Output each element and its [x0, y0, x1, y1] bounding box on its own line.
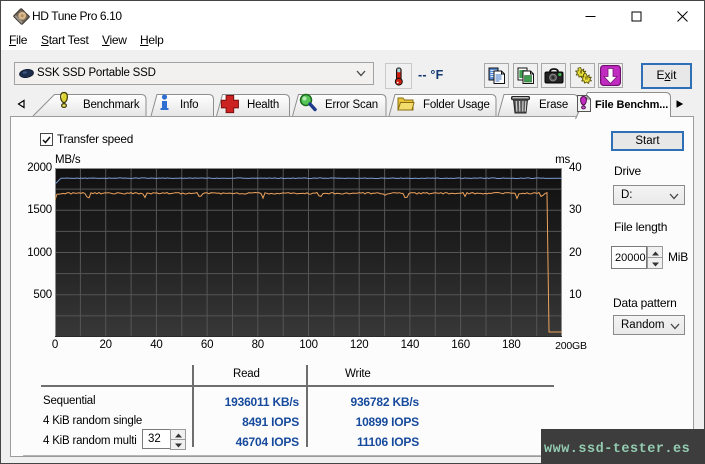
svg-text:File Benchm...: File Benchm... — [595, 99, 668, 111]
